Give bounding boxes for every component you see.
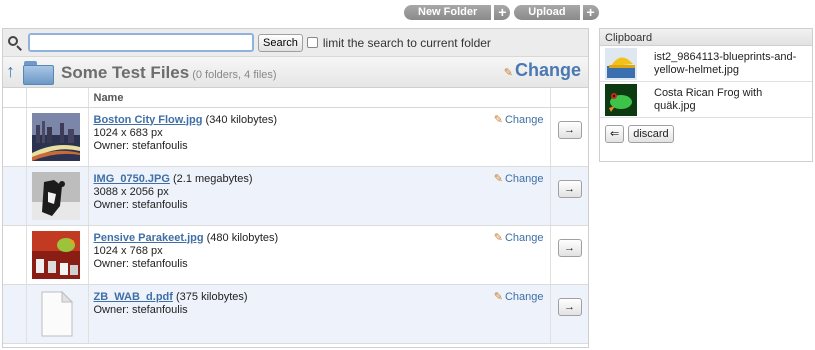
file-size: (2.1 megabytes)	[173, 172, 253, 185]
folder-title: Some Test Files (0 folders, 4 files)	[61, 63, 277, 82]
pencil-icon: ✎	[503, 67, 513, 79]
file-owner: Owner: stefanfoulis	[93, 139, 188, 152]
city-photo-thumbnail[interactable]	[31, 112, 80, 161]
file-table: Name Boston City Flow.jpg (340 kilobytes…	[3, 88, 588, 344]
upload-plus-icon[interactable]: +	[582, 5, 599, 20]
file-name-link[interactable]: Pensive Parakeet.jpg	[94, 232, 204, 244]
clipboard-item[interactable]: ist2_9864113-blueprints-and-yellow-helme…	[600, 46, 812, 82]
file-browser-panel: Search limit the search to current folde…	[2, 28, 589, 348]
pencil-icon: ✎	[493, 113, 503, 126]
file-size: (480 kilobytes)	[206, 231, 279, 244]
file-dimensions: 3088 x 2056 px	[93, 185, 169, 198]
file-size: (375 kilobytes)	[176, 290, 248, 303]
limit-search-checkbox[interactable]: limit the search to current folder	[306, 35, 491, 50]
search-button[interactable]: Search	[258, 33, 303, 52]
change-file-link[interactable]: ✎ Change	[494, 173, 544, 186]
file-owner: Owner: stefanfoulis	[93, 198, 188, 211]
file-owner: Owner: stefanfoulis	[93, 257, 188, 270]
folder-header: ↑ Some Test Files (0 folders, 4 files) ✎ C…	[3, 57, 588, 88]
change-file-link[interactable]: ✎ Change	[494, 291, 544, 304]
change-file-link[interactable]: ✎ Change	[494, 114, 544, 127]
move-to-clipboard-button[interactable]: →	[557, 179, 582, 198]
file-name-link[interactable]: IMG_0750.JPG	[94, 173, 170, 185]
pencil-icon: ✎	[493, 290, 503, 303]
search-icon	[7, 35, 23, 51]
search-input[interactable]	[28, 33, 254, 52]
clipboard-item-name: ist2_9864113-blueprints-and-yellow-helme…	[654, 50, 797, 76]
clipboard-title: Clipboard	[600, 29, 812, 46]
clipboard-item[interactable]: Costa Rican Frog with quäk.jpg	[600, 82, 812, 118]
file-owner: Owner: stefanfoulis	[93, 303, 188, 316]
file-size: (340 kilobytes)	[205, 113, 278, 126]
move-to-clipboard-button[interactable]: →	[557, 297, 582, 316]
folder-change-link[interactable]: ✎ Change	[504, 60, 581, 81]
parakeet-photo-thumbnail[interactable]	[31, 230, 80, 279]
dog-photo-thumbnail[interactable]	[31, 171, 80, 220]
table-row: IMG_0750.JPG (2.1 megabytes) 3088 x 2056…	[3, 166, 588, 226]
file-name-link[interactable]: Boston City Flow.jpg	[94, 114, 203, 126]
helmet-photo-thumbnail	[605, 47, 637, 80]
file-dimensions: 1024 x 683 px	[93, 126, 163, 139]
folder-info: (0 folders, 4 files)	[192, 69, 277, 81]
up-folder-icon[interactable]: ↑	[6, 61, 15, 82]
table-header: Name	[3, 88, 588, 108]
pencil-icon: ✎	[493, 172, 503, 185]
folder-icon	[23, 61, 55, 85]
move-to-clipboard-button[interactable]: →	[557, 120, 582, 139]
file-dimensions: 1024 x 768 px	[93, 244, 163, 257]
table-row: Boston City Flow.jpg (340 kilobytes) 102…	[3, 107, 588, 167]
clipboard-actions: ⇐ discard	[600, 118, 812, 143]
pencil-icon: ✎	[493, 231, 503, 244]
paste-back-button[interactable]: ⇐	[605, 125, 625, 143]
move-to-clipboard-button[interactable]: →	[557, 238, 582, 257]
table-row: ZB_WAB_d.pdf (375 kilobytes) Owner: stef…	[3, 284, 588, 344]
discard-button[interactable]: discard	[628, 125, 674, 143]
new-folder-button[interactable]: New Folder	[404, 5, 492, 20]
file-document-icon[interactable]	[32, 290, 80, 338]
top-toolbar: New Folder + Upload +	[404, 5, 601, 20]
change-file-link[interactable]: ✎ Change	[494, 232, 544, 245]
upload-button[interactable]: Upload	[514, 5, 580, 20]
limit-search-label: limit the search to current folder	[322, 35, 491, 50]
frog-photo-thumbnail	[605, 83, 637, 116]
search-bar: Search limit the search to current folde…	[3, 29, 588, 57]
table-row: Pensive Parakeet.jpg (480 kilobytes) 102…	[3, 225, 588, 285]
checkbox-icon[interactable]	[306, 37, 318, 48]
new-folder-plus-icon[interactable]: +	[494, 5, 511, 20]
clipboard-panel: Clipboard ist2_9864113-blueprints-and-ye…	[599, 28, 813, 162]
name-column-header[interactable]: Name	[88, 88, 551, 108]
file-name-link[interactable]: ZB_WAB_d.pdf	[94, 291, 173, 303]
clipboard-item-name: Costa Rican Frog with quäk.jpg	[654, 86, 763, 112]
